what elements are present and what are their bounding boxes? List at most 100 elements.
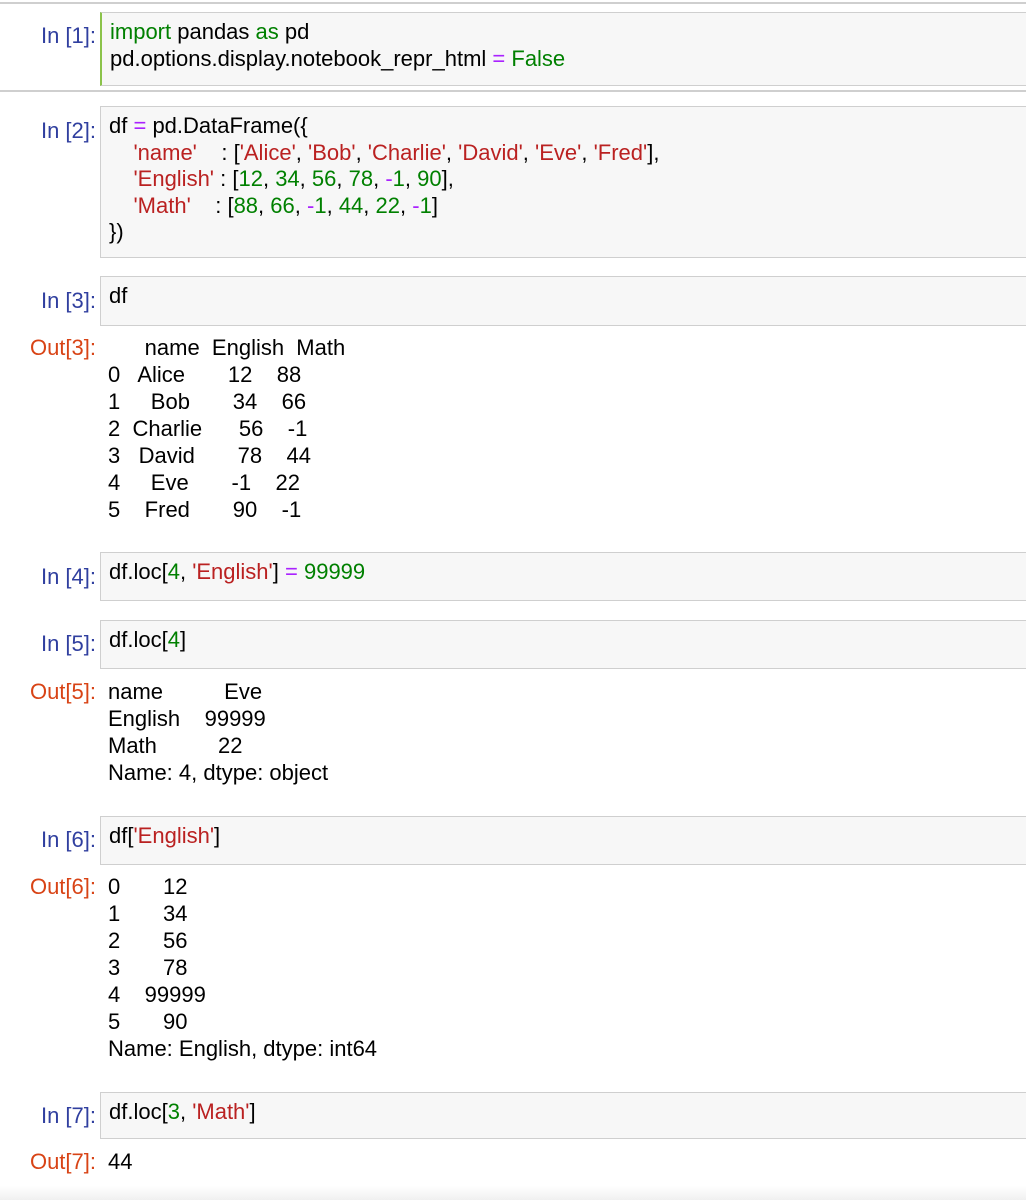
notebook-cell[interactable]: In [4]: df.loc[4, 'English'] = 99999 [0,552,1026,608]
code-token: , [326,192,339,218]
output-line: 4 99999 [108,982,206,1007]
code-token: ] [214,823,221,848]
code-token: 1 [419,192,432,218]
code-token: ] [179,627,187,652]
output-line: 3 David 78 44 [108,443,311,468]
code-input[interactable]: import pandas as pd pd.options.display.no… [100,12,1026,86]
code-line: df = pd.DataFrame({ [109,113,1018,140]
cell-output: 44 [108,1148,1026,1175]
code-line: }) [109,219,1018,246]
notebook-cell[interactable]: In [1]: import pandas as pd pd.options.di… [0,2,1026,92]
output-line: 2 Charlie 56 -1 [108,416,308,441]
code-token: }) [109,219,124,244]
code-token: , [404,166,418,191]
code-token: 'Eve' [535,139,582,165]
code-input[interactable]: df['English'] [100,816,1026,865]
code-line: 'Math' : [88, 66, -1, 44, 22, -1] [109,193,1018,220]
code-line: pd.options.display.notebook_repr_html = … [110,46,1018,73]
output-line: name English Math [108,335,346,360]
code-token: 88 [233,192,259,218]
code-token: pandas [171,19,256,44]
code-input[interactable]: df.loc[3, 'Math'] [100,1092,1026,1139]
input-prompt: In [3]: [40,288,96,313]
code-token: , [363,192,376,218]
code-line: df [109,283,1018,310]
code-token: , [258,192,271,218]
code-token: 'Alice' [239,139,296,165]
notebook-cell[interactable]: In [5]: df.loc[4] Out[5]: name Eve Englis… [0,620,1026,796]
code-token: pd.options.display.notebook_repr_html [110,45,493,71]
code-token: - [385,166,393,191]
code-token: ], [441,166,454,191]
notebook-cell[interactable]: In [6]: df['English'] Out[6]: 0 12 1 34 2 … [0,816,1026,1066]
code-token: df.loc[ [109,1099,168,1124]
output-line: 44 [108,1149,133,1174]
scroll-edge [0,1186,1026,1200]
code-line: df.loc[3, 'Math'] [109,1099,1018,1126]
code-token: - [412,192,420,218]
code-token: df[ [109,823,134,848]
cell-output: name English Math 0 Alice 12 88 1 Bob 34 6… [108,334,1026,523]
code-token: 4 [167,627,180,652]
output-line: Math 22 [108,733,243,758]
code-token: 'Math' [133,192,191,218]
code-token: = [284,559,298,584]
code-input[interactable]: df.loc[4] [100,620,1026,669]
code-token: df.loc[ [109,627,168,652]
code-token: 78 [348,166,374,191]
code-token: 'Fred' [593,139,648,165]
code-input[interactable]: df = pd.DataFrame({ 'name' : ['Alice', '… [100,106,1026,258]
input-prompt: In [1]: [40,23,96,48]
code-line: 'English' : [12, 34, 56, 78, -1, 90], [109,166,1018,193]
code-token: df.loc[ [109,559,168,584]
code-token: 12 [238,166,263,191]
notebook-cell[interactable]: In [2]: df = pd.DataFrame({ 'name' : ['A… [0,90,1026,262]
code-token: , [445,139,459,165]
code-token: ], [647,139,660,165]
code-input[interactable]: df.loc[4, 'English'] = 99999 [100,552,1026,601]
code-token: df [109,113,134,138]
code-token: 22 [375,192,401,218]
cell-output: name Eve English 99999 Math 22 Name: 4, dty… [108,678,1026,786]
output-line: 2 56 [108,928,188,953]
code-input[interactable]: df [100,276,1026,326]
code-token: import [110,19,172,44]
code-token: 'English' [192,559,273,584]
notebook-cell[interactable]: In [3]: df Out[3]: name English Math 0 Al… [0,272,1026,542]
output-line: 4 Eve -1 22 [108,470,300,495]
output-prompt: Out[3]: [29,335,96,360]
code-token: pd.DataFrame({ [146,113,308,138]
input-prompt: In [4]: [40,564,96,589]
output-line: 3 78 [108,955,188,980]
code-line: df['English'] [109,823,1018,850]
code-token: = [492,45,506,71]
code-token: 4 [167,559,180,584]
cell-output: 0 12 1 34 2 56 3 78 4 99999 5 90 Name: English… [108,873,1026,1062]
output-prompt: Out[6]: [29,874,96,899]
code-token: as [255,19,279,44]
code-token: 90 [417,166,442,191]
code-token: , [299,166,312,191]
code-line: 'name' : ['Alice', 'Bob', 'Charlie', 'Da… [109,140,1018,167]
code-token: 'Math' [192,1099,250,1124]
output-line: English 99999 [108,706,266,731]
code-token: 56 [311,166,337,191]
code-token: , [581,139,594,165]
code-token: 1 [314,192,327,218]
notebook-cell[interactable]: In [7]: df.loc[3, 'Math'] Out[7]: 44 [0,1092,1026,1192]
code-token: 34 [275,166,300,191]
code-token: False [511,45,566,71]
code-line: df.loc[4, 'English'] = 99999 [109,559,1018,586]
output-line: Name: English, dtype: int64 [108,1036,378,1061]
code-token: 'Charlie' [367,139,446,165]
output-prompt: Out[5]: [29,679,96,704]
code-token: 'David' [458,139,523,165]
output-line: 0 Alice 12 88 [108,362,302,387]
code-token: ] [272,559,285,584]
code-token: pd [278,19,310,44]
code-token: , [294,192,307,218]
code-token: , [295,139,309,165]
output-line: 0 12 [108,874,188,899]
